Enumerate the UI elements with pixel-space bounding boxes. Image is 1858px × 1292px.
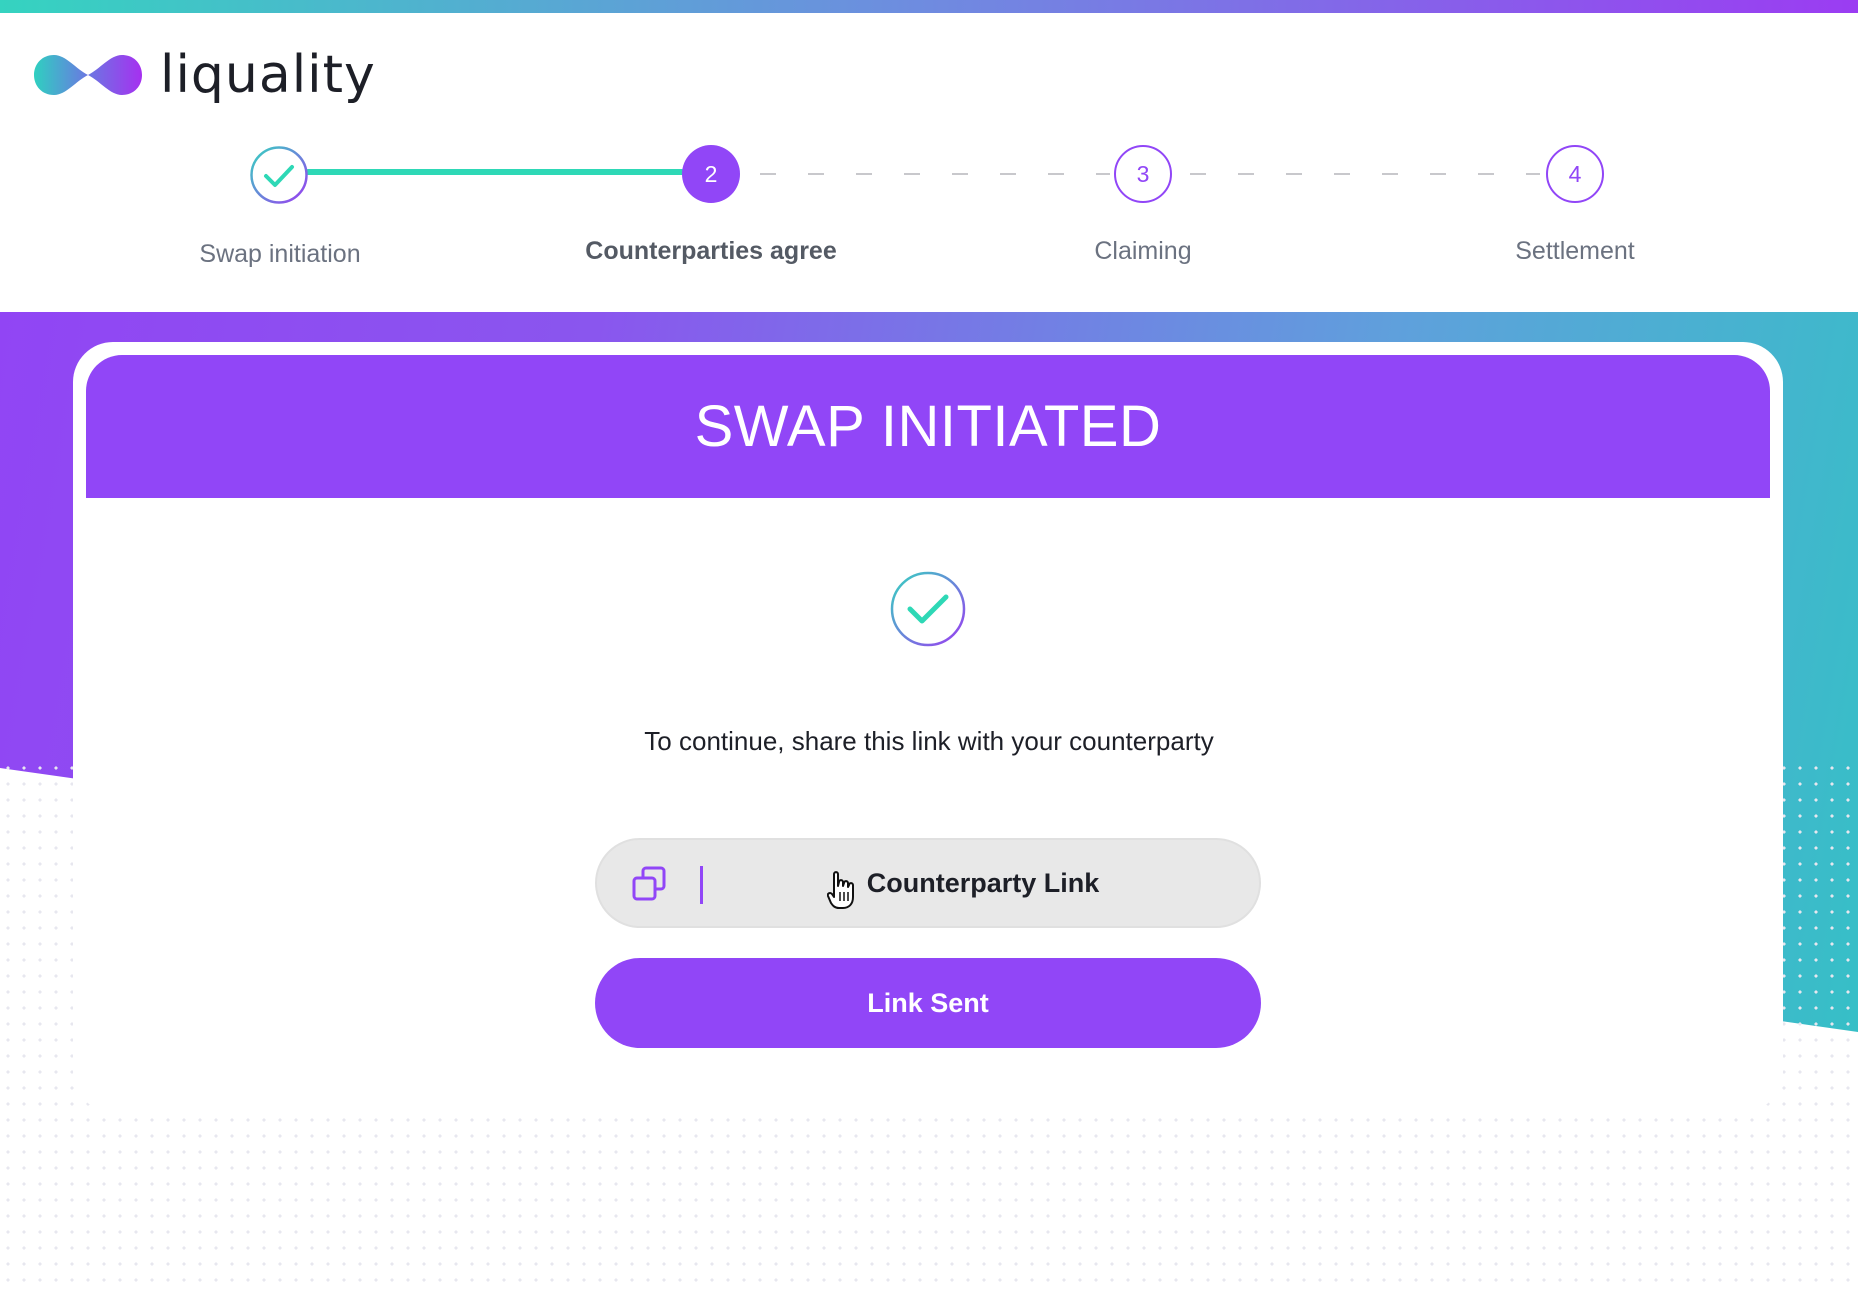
step-3-circle: 3 [1114, 145, 1172, 203]
step-3-label: Claiming [1094, 237, 1192, 265]
card-title: SWAP INITIATED [694, 394, 1162, 459]
step-2-label: Counterparties agree [585, 237, 837, 265]
step-4-circle: 4 [1546, 145, 1604, 203]
step-1-label: Swap initiation [199, 240, 361, 268]
check-circle-icon [890, 571, 966, 647]
link-sent-button[interactable]: Link Sent [595, 958, 1261, 1048]
step-4-label: Settlement [1515, 237, 1635, 265]
card-header: SWAP INITIATED [86, 355, 1770, 498]
counterparty-link-label[interactable]: Counterparty Link [707, 840, 1259, 926]
field-divider [700, 866, 703, 904]
swap-page: liquality Swap initiation 2 Counterparti… [0, 0, 1858, 1292]
hand-pointer-cursor-icon [827, 871, 854, 909]
copy-icon[interactable] [631, 866, 667, 902]
step-1-completed-icon [250, 146, 308, 204]
instruction-text: To continue, share this link with your c… [644, 726, 1214, 756]
counterparty-link-field[interactable]: Counterparty Link [595, 838, 1261, 928]
step-2-circle: 2 [682, 145, 740, 203]
